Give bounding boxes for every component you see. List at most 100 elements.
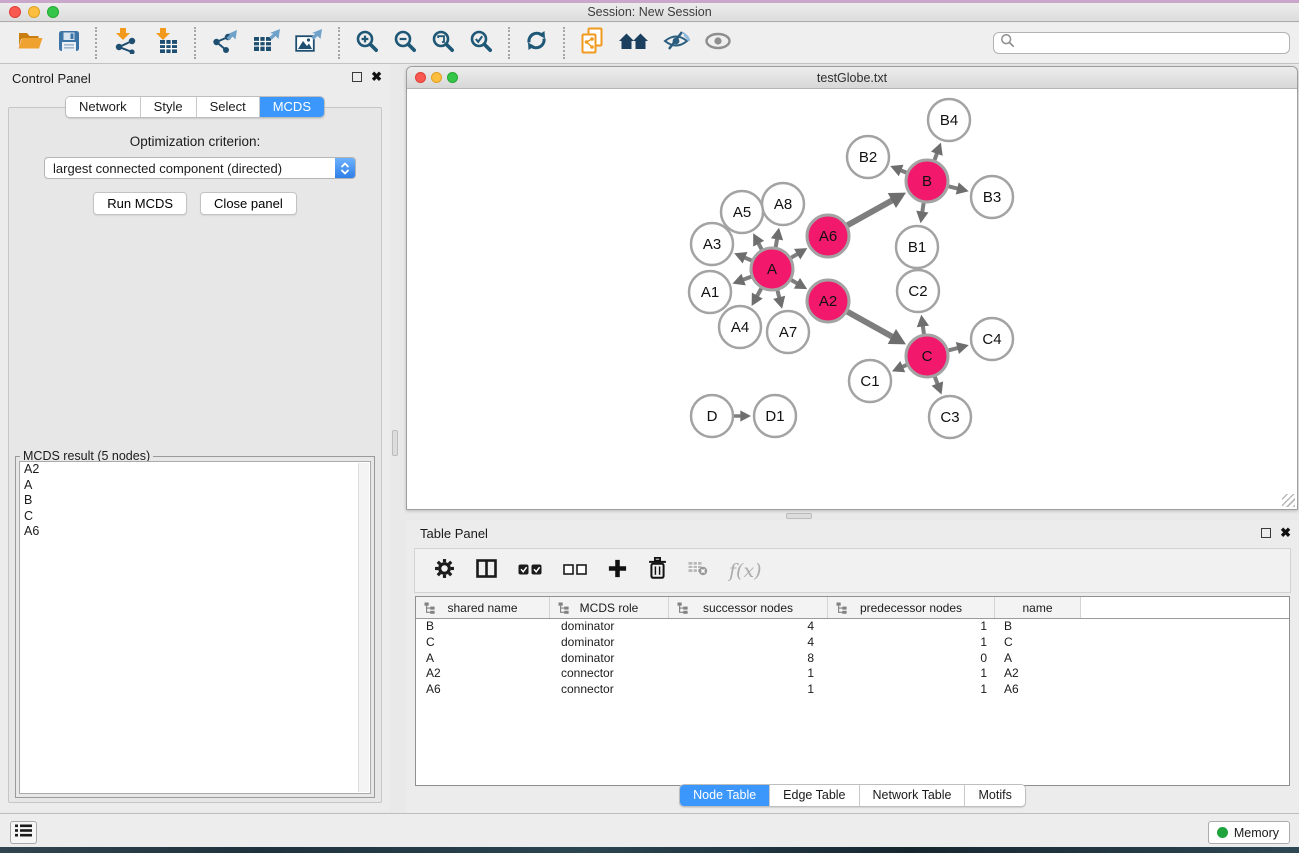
graph-node-B4[interactable]: B4 <box>928 99 970 141</box>
cell-predecessor-nodes[interactable]: 1 <box>828 682 995 698</box>
graph-edge-C-C3[interactable] <box>932 377 944 395</box>
graph-node-A3[interactable]: A3 <box>691 223 733 265</box>
cell-MCDS-role[interactable]: dominator <box>550 651 669 667</box>
graph-edge-D-D1[interactable] <box>734 410 751 421</box>
graph-node-D1[interactable]: D1 <box>754 395 796 437</box>
open-session-button[interactable] <box>10 26 51 60</box>
cell-name[interactable]: A6 <box>995 682 1081 698</box>
network-home-button[interactable] <box>612 26 656 60</box>
cell-successor-nodes[interactable]: 4 <box>669 619 828 635</box>
graph-edge-A-A2[interactable] <box>791 278 807 289</box>
cell-shared-name[interactable]: B <box>416 619 550 635</box>
show-all-button[interactable] <box>697 26 739 60</box>
cell-name[interactable]: B <box>995 619 1081 635</box>
cell-name[interactable]: A2 <box>995 666 1081 682</box>
graph-node-B2[interactable]: B2 <box>847 136 889 178</box>
graph-edge-A-A4[interactable] <box>752 288 763 306</box>
graph-node-A8[interactable]: A8 <box>762 183 804 225</box>
import-network-button[interactable] <box>105 26 146 60</box>
memory-button[interactable]: Memory <box>1208 821 1290 844</box>
graph-node-A7[interactable]: A7 <box>767 311 809 353</box>
network-zoom-button[interactable] <box>447 72 458 83</box>
graph-node-A5[interactable]: A5 <box>721 191 763 233</box>
run-mcds-button[interactable]: Run MCDS <box>93 192 187 215</box>
cell-shared-name[interactable]: A2 <box>416 666 550 682</box>
graph-edge-A-A7[interactable] <box>773 290 785 308</box>
search-input[interactable] <box>1019 36 1283 50</box>
column-header-predecessor-nodes[interactable]: predecessor nodes <box>828 597 995 618</box>
cell-successor-nodes[interactable]: 1 <box>669 666 828 682</box>
create-column-button[interactable] <box>608 559 627 583</box>
graph-edge-A6-B[interactable] <box>847 193 906 226</box>
table-tab-network-table[interactable]: Network Table <box>860 785 966 806</box>
network-canvas[interactable]: B4B2BB3A8A5A6A3B1AC2A1A2A4A7C4CC1C3DD1 <box>407 89 1297 509</box>
graph-node-A6[interactable]: A6 <box>807 215 849 257</box>
zoom-window-button[interactable] <box>47 6 59 18</box>
cell-predecessor-nodes[interactable]: 1 <box>828 666 995 682</box>
graph-edge-B-B1[interactable] <box>916 203 928 224</box>
graph-edge-C-C2[interactable] <box>917 315 929 334</box>
table-row[interactable]: Bdominator41B <box>416 619 1289 635</box>
export-image-button[interactable] <box>288 26 330 60</box>
zoom-fit-button[interactable] <box>424 26 462 60</box>
close-table-panel-icon[interactable]: ✖ <box>1280 527 1291 538</box>
zoom-in-button[interactable] <box>348 26 386 60</box>
cell-successor-nodes[interactable]: 8 <box>669 651 828 667</box>
table-row[interactable]: Adominator80A <box>416 651 1289 667</box>
delete-column-button[interactable] <box>648 557 667 584</box>
close-window-button[interactable] <box>9 6 21 18</box>
column-header-shared-name[interactable]: shared name <box>416 597 550 618</box>
graph-node-C4[interactable]: C4 <box>971 318 1013 360</box>
graph-edge-B-B3[interactable] <box>948 182 968 194</box>
column-header-successor-nodes[interactable]: successor nodes <box>669 597 828 618</box>
graph-edge-B-B4[interactable] <box>931 143 943 161</box>
new-session-from-network-button[interactable] <box>573 26 612 60</box>
graph-edge-A-A8[interactable] <box>771 228 783 248</box>
vertical-splitter-handle[interactable] <box>392 430 398 456</box>
table-row[interactable]: A6connector11A6 <box>416 682 1289 698</box>
cell-predecessor-nodes[interactable]: 0 <box>828 651 995 667</box>
apply-layout-button[interactable] <box>518 26 555 60</box>
deselect-all-button[interactable] <box>563 562 587 580</box>
column-header-MCDS-role[interactable]: MCDS role <box>550 597 669 618</box>
graph-edge-C-C4[interactable] <box>948 342 968 354</box>
mcds-result-item[interactable]: A6 <box>20 524 370 540</box>
table-tab-motifs[interactable]: Motifs <box>965 785 1024 806</box>
scrollbar-track[interactable] <box>358 463 369 792</box>
graph-edge-A-A3[interactable] <box>734 252 752 263</box>
cell-MCDS-role[interactable]: dominator <box>550 635 669 651</box>
table-tab-node-table[interactable]: Node Table <box>680 785 770 806</box>
float-table-panel-icon[interactable] <box>1261 528 1271 538</box>
graph-edge-A-A1[interactable] <box>733 274 752 286</box>
graph-node-C1[interactable]: C1 <box>849 360 891 402</box>
graph-node-D[interactable]: D <box>691 395 733 437</box>
cell-successor-nodes[interactable]: 1 <box>669 682 828 698</box>
table-tab-edge-table[interactable]: Edge Table <box>770 785 859 806</box>
cell-shared-name[interactable]: A <box>416 651 550 667</box>
graph-edge-B-B2[interactable] <box>890 165 906 176</box>
close-panel-icon[interactable]: ✖ <box>371 71 382 82</box>
graph-node-B[interactable]: B <box>906 160 948 202</box>
search-field[interactable] <box>993 32 1290 54</box>
mcds-result-item[interactable]: B <box>20 493 370 509</box>
export-network-button[interactable] <box>204 26 246 60</box>
table-settings-button[interactable] <box>434 558 455 584</box>
tab-select[interactable]: Select <box>197 97 260 117</box>
network-minimize-button[interactable] <box>431 72 442 83</box>
zoom-selected-button[interactable] <box>462 26 500 60</box>
cell-MCDS-role[interactable]: connector <box>550 682 669 698</box>
hide-unselected-button[interactable] <box>656 26 697 60</box>
graph-node-A[interactable]: A <box>751 248 793 290</box>
delete-table-button[interactable] <box>688 560 708 581</box>
show-column-panel-button[interactable] <box>476 559 497 583</box>
tab-network[interactable]: Network <box>66 97 141 117</box>
graph-node-A1[interactable]: A1 <box>689 271 731 313</box>
float-panel-icon[interactable] <box>352 72 362 82</box>
network-window-titlebar[interactable]: testGlobe.txt <box>407 67 1297 89</box>
graph-node-A2[interactable]: A2 <box>807 280 849 322</box>
cell-MCDS-role[interactable]: connector <box>550 666 669 682</box>
cell-MCDS-role[interactable]: dominator <box>550 619 669 635</box>
tab-mcds[interactable]: MCDS <box>260 97 324 117</box>
graph-edge-C-C1[interactable] <box>892 361 907 372</box>
function-builder-button[interactable]: f(x) <box>729 560 762 582</box>
